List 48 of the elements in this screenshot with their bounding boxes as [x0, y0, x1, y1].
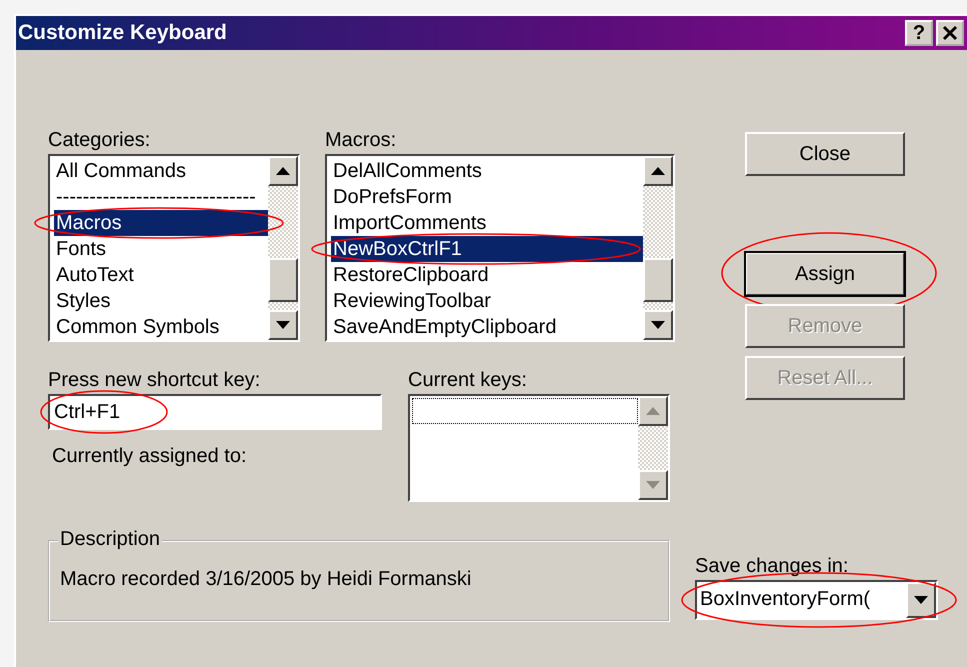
save-changes-dropdown[interactable]: BoxInventoryForm(: [695, 580, 938, 620]
scrollbar[interactable]: [268, 156, 298, 340]
list-label: Categories:: [48, 128, 152, 153]
list-item[interactable]: ------------------------------: [54, 184, 268, 210]
shortcut-field[interactable]: Ctrl+F1: [48, 394, 382, 430]
window-title: Customize Keyboard: [18, 21, 228, 45]
list-item[interactable]: DelAllComments: [331, 158, 643, 184]
list-item[interactable]: Common Symbols: [54, 314, 268, 340]
list-item[interactable]: ImportComments: [331, 210, 643, 236]
group-legend: Description: [58, 528, 162, 551]
scroll-thumb[interactable]: [268, 258, 298, 302]
list-box[interactable]: All Commands ------------------------------ Macros Fonts AutoText Styles Common Symbols: [48, 154, 300, 342]
list-item[interactable]: AutoText: [54, 262, 268, 288]
scroll-down-button[interactable]: [268, 310, 298, 340]
scroll-down-icon: [651, 321, 665, 329]
scroll-up-button[interactable]: [268, 156, 298, 186]
scroll-up-button[interactable]: [643, 156, 673, 186]
description-text: Macro recorded 3/16/2005 by Heidi Formanski: [60, 568, 472, 590]
close-icon: [942, 25, 958, 41]
dialog-button[interactable]: Assign: [745, 252, 905, 296]
list-item[interactable]: Fonts: [54, 236, 268, 262]
list-item[interactable]: Macros: [54, 210, 268, 236]
scroll-down-icon: [646, 481, 660, 489]
list-item[interactable]: SaveAndEmptyClipboard: [331, 314, 643, 340]
list-item[interactable]: Styles: [54, 288, 268, 314]
list-label: Macros:: [325, 128, 398, 153]
scroll-up-icon: [646, 407, 660, 415]
scrollbar[interactable]: [643, 156, 673, 340]
list-item[interactable]: ReviewingToolbar: [331, 288, 643, 314]
shortcut-label: Press new shortcut key:: [48, 368, 262, 393]
list-item[interactable]: NewBoxCtrlF1: [331, 236, 643, 262]
scroll-down-icon: [276, 321, 290, 329]
list-item[interactable]: DoPrefsForm: [331, 184, 643, 210]
scroll-thumb[interactable]: [643, 258, 673, 302]
list-item[interactable]: RestoreClipboard: [331, 262, 643, 288]
assigned-label: Currently assigned to:: [51, 444, 248, 469]
list-box[interactable]: DelAllComments DoPrefsForm ImportComments NewBoxCtrlF1 RestoreClipboard ReviewingToolbar SaveAndEmptyClipboard: [325, 154, 675, 342]
save-changes-label: Save changes in:: [695, 554, 850, 579]
help-button[interactable]: ?: [905, 20, 933, 46]
close-button[interactable]: [936, 20, 964, 46]
scroll-down-button[interactable]: [643, 310, 673, 340]
dialog-button[interactable]: Close: [745, 132, 905, 176]
scroll-up-icon: [651, 167, 665, 175]
dropdown-button[interactable]: [906, 582, 936, 618]
scroll-down-icon: [914, 596, 928, 604]
scroll-up-icon: [276, 167, 290, 175]
list-item[interactable]: All Commands: [54, 158, 268, 184]
current-keys-label: Current keys:: [408, 368, 528, 393]
